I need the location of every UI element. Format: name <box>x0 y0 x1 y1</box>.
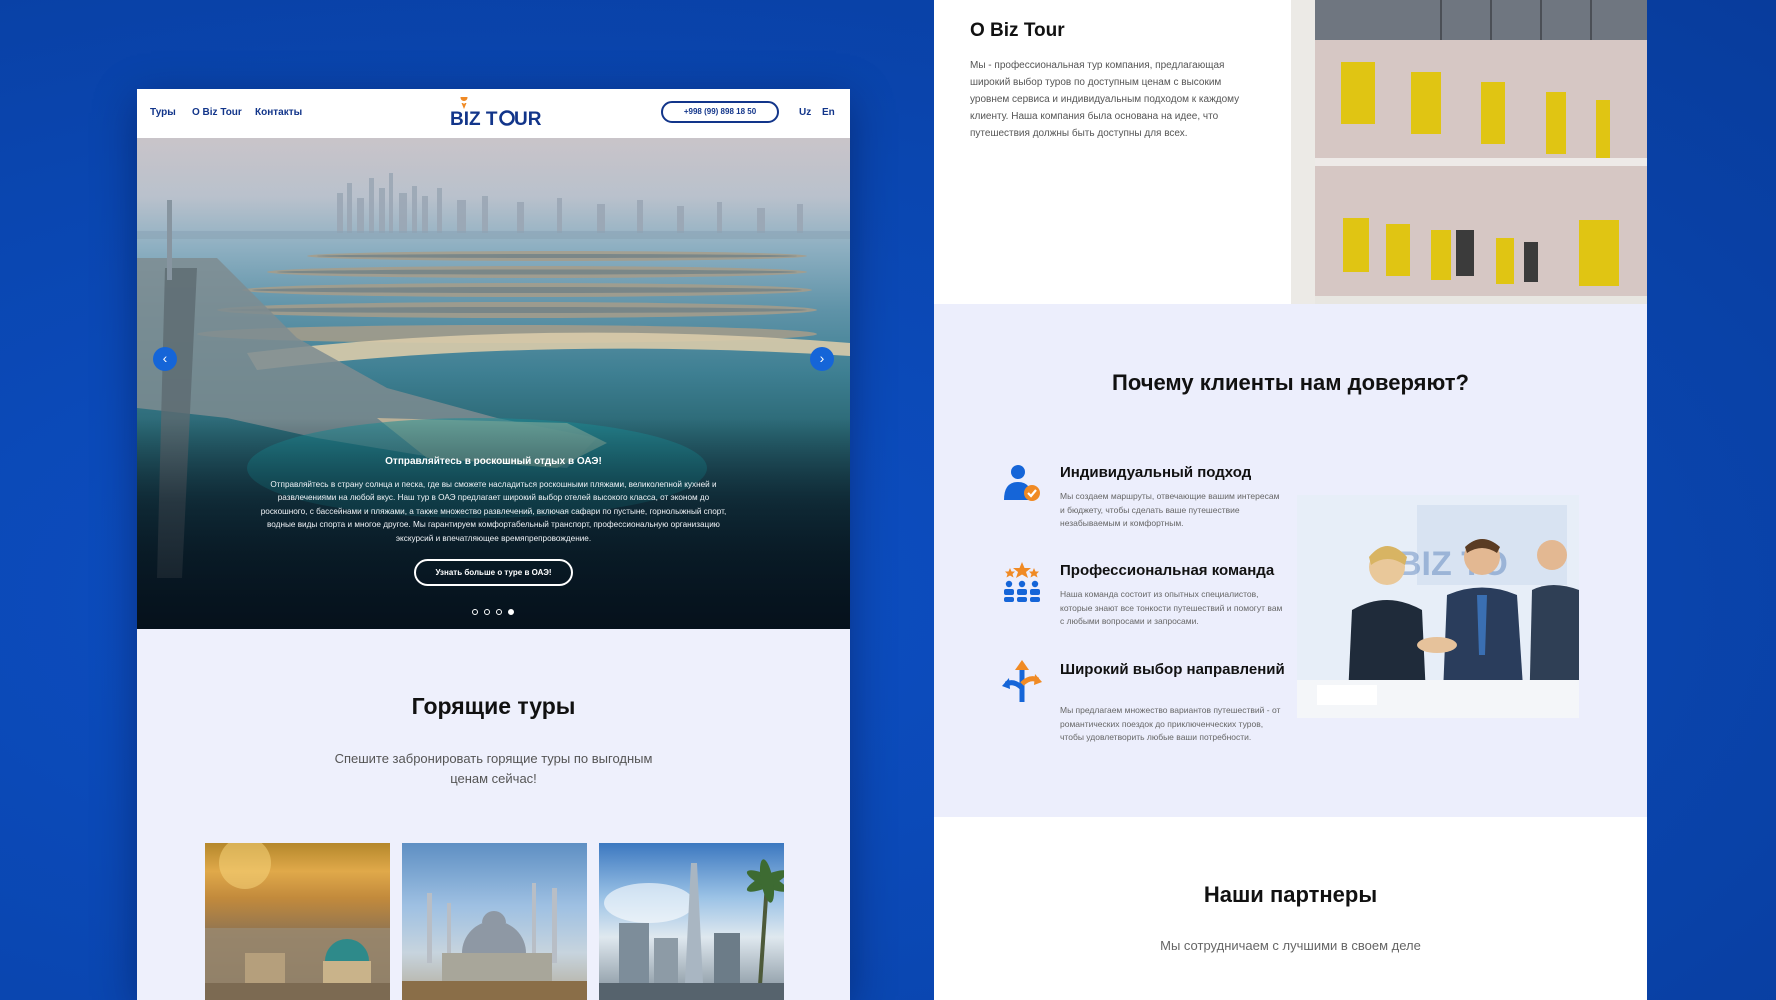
office-building-image <box>1291 0 1647 304</box>
tour-card-1[interactable] <box>205 843 390 1000</box>
nav-link-about[interactable]: О Biz Tour <box>192 107 242 118</box>
slider-dot-2[interactable] <box>484 609 490 615</box>
about-description: Мы - профессиональная тур компания, пред… <box>970 60 1240 139</box>
business-handshake-image: BIZ TO <box>1297 495 1579 718</box>
tour-card-2[interactable] <box>402 843 587 1000</box>
team-stars-icon <box>1004 562 1040 602</box>
hero-description: Отправляйтесь в страну солнца и песка, г… <box>260 480 727 543</box>
slider-dots <box>472 609 522 617</box>
direction-arrows-icon <box>1002 660 1042 702</box>
feature-text-individual: Мы создаем маршруты, отвечающие вашим ин… <box>1060 491 1280 528</box>
top-navigation: Туры О Biz Tour Контакты BIZ T UR +998 (… <box>137 89 850 138</box>
slider-prev-arrow-icon[interactable]: ‹ <box>153 347 177 371</box>
slider-dot-3[interactable] <box>496 609 502 615</box>
why-us-section: Почему клиенты нам доверяют? Индивидуаль… <box>934 304 1647 817</box>
about-title: О Biz Tour <box>970 20 1065 41</box>
slider-next-arrow-icon[interactable]: › <box>810 347 834 371</box>
hot-tours-title: Горящие туры <box>411 693 576 719</box>
lang-en[interactable]: En <box>822 107 835 118</box>
slider-dot-4[interactable] <box>508 609 514 615</box>
feature-text-team: Наша команда состоит из опытных специали… <box>1060 589 1283 626</box>
tour-image-istanbul <box>402 883 587 1000</box>
svg-text:BIZ T: BIZ T <box>450 109 498 130</box>
nav-link-contacts[interactable]: Контакты <box>255 107 302 118</box>
tour-image-dubai <box>599 859 784 1000</box>
feature-text-destinations: Мы предлагаем множество вариантов путеше… <box>1060 705 1281 742</box>
homepage-preview: Туры О Biz Tour Контакты BIZ T UR +998 (… <box>137 89 850 1000</box>
nav-link-tours[interactable]: Туры <box>150 107 176 118</box>
hero-title: Отправляйтесь в роскошный отдых в ОАЭ! <box>385 456 602 467</box>
hero-cta-button[interactable]: Узнать больше о туре в ОАЭ! <box>414 559 573 586</box>
tour-image-tashkent <box>205 843 390 1000</box>
hero-slider: ‹ › Отправляйтесь в роскошный отдых в ОА… <box>137 138 850 629</box>
about-page-preview: О Biz Tour Мы - профессиональная тур ком… <box>934 0 1647 1000</box>
phone-button[interactable]: +998 (99) 898 18 50 <box>661 101 779 123</box>
biztour-logo[interactable]: BIZ T UR <box>447 97 547 131</box>
feature-title-team: Профессиональная команда <box>1060 562 1275 579</box>
partners-subtitle: Мы сотрудничаем с лучшими в своем деле <box>1160 938 1421 953</box>
slider-dot-1[interactable] <box>472 609 478 615</box>
tour-card-3[interactable] <box>599 843 784 1000</box>
svg-text:UR: UR <box>514 109 542 130</box>
person-check-icon <box>1004 465 1040 501</box>
feature-title-destinations: Широкий выбор направлений <box>1060 661 1285 678</box>
partners-title: Наши партнеры <box>1203 882 1378 907</box>
why-us-title: Почему клиенты нам доверяют? <box>1112 370 1469 395</box>
lang-uz[interactable]: Uz <box>799 107 811 118</box>
feature-title-individual: Индивидуальный подход <box>1060 464 1252 481</box>
hot-tours-subtitle: Спешите забронировать горящие туры по вы… <box>334 751 653 786</box>
